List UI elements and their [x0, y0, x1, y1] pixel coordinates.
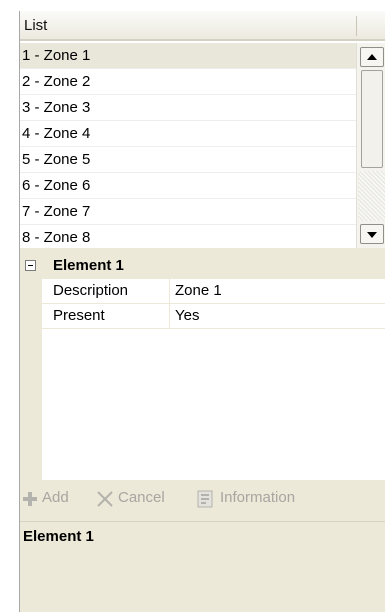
- property-value[interactable]: Zone 1: [175, 282, 222, 299]
- property-name: Description: [53, 282, 129, 299]
- list-item[interactable]: 7 - Zone 7: [20, 199, 356, 225]
- list-column-header[interactable]: List: [20, 11, 385, 41]
- zone-editor-panel: List 1 - Zone 1 2 - Zone 2 3 - Zone 3 4 …: [19, 11, 385, 612]
- property-value[interactable]: Yes: [175, 307, 199, 324]
- scrollbar-track[interactable]: [358, 171, 385, 221]
- property-category-label: Element 1: [53, 257, 124, 274]
- plus-icon: [23, 492, 37, 506]
- property-toolbar: Add Cancel Information: [20, 484, 385, 514]
- list-item[interactable]: 2 - Zone 2: [20, 69, 356, 95]
- list-vertical-scrollbar[interactable]: [356, 43, 385, 248]
- scroll-up-button[interactable]: [360, 47, 384, 67]
- arrow-down-icon: [367, 232, 377, 238]
- column-separator[interactable]: [356, 16, 357, 36]
- collapse-icon[interactable]: [25, 260, 36, 271]
- scrollbar-thumb[interactable]: [361, 70, 383, 168]
- property-row-description[interactable]: Description Zone 1: [42, 279, 385, 304]
- add-button-label: Add: [42, 489, 69, 506]
- list-item[interactable]: 3 - Zone 3: [20, 95, 356, 121]
- information-button-label: Information: [220, 489, 296, 506]
- property-grid-gutter: [20, 254, 42, 480]
- property-divider[interactable]: [169, 279, 170, 304]
- list-item[interactable]: 8 - Zone 8: [20, 225, 356, 248]
- list-item[interactable]: 1 - Zone 1: [20, 43, 356, 69]
- list-rows: 1 - Zone 1 2 - Zone 2 3 - Zone 3 4 - Zon…: [20, 43, 356, 248]
- zone-list: List 1 - Zone 1 2 - Zone 2 3 - Zone 3 4 …: [20, 11, 385, 248]
- arrow-up-icon: [367, 54, 377, 60]
- list-item[interactable]: 5 - Zone 5: [20, 147, 356, 173]
- property-divider[interactable]: [169, 304, 170, 329]
- property-row-present[interactable]: Present Yes: [42, 304, 385, 329]
- list-item[interactable]: 4 - Zone 4: [20, 121, 356, 147]
- description-pane: Element 1: [20, 521, 385, 612]
- information-icon: [197, 490, 213, 508]
- property-grid: Element 1 Description Zone 1 Present Yes: [20, 254, 385, 480]
- description-title: Element 1: [23, 528, 94, 545]
- cancel-button-label: Cancel: [118, 489, 165, 506]
- scroll-down-button[interactable]: [360, 224, 384, 244]
- list-header-label: List: [24, 17, 48, 34]
- x-icon: [97, 491, 113, 507]
- list-item[interactable]: 6 - Zone 6: [20, 173, 356, 199]
- property-category-row[interactable]: Element 1: [20, 254, 385, 279]
- property-name: Present: [53, 307, 105, 324]
